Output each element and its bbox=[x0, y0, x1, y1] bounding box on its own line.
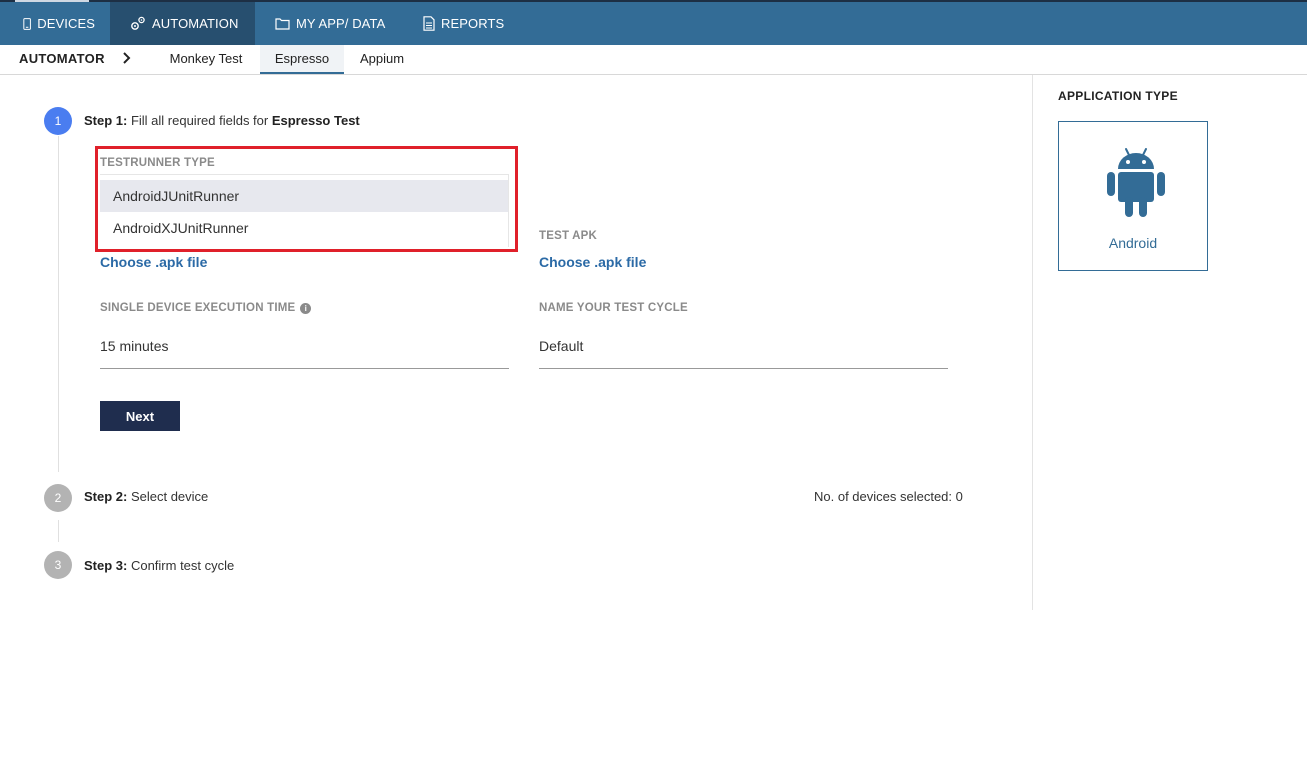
nav-reports-label: REPORTS bbox=[441, 16, 505, 31]
android-label: Android bbox=[1108, 235, 1158, 251]
nav-devices[interactable]: DEVICES bbox=[15, 2, 95, 45]
nav-reports[interactable]: REPORTS bbox=[423, 2, 523, 45]
chevron-right-icon bbox=[123, 52, 131, 64]
tab-espresso[interactable]: Espresso bbox=[260, 45, 344, 74]
step-1-description: Fill all required fields for bbox=[127, 113, 272, 128]
step-2-description: Select device bbox=[127, 489, 209, 504]
step-1-prefix: Step 1: bbox=[84, 113, 128, 128]
step-1-text: Step 1: Fill all required fields for Esp… bbox=[84, 113, 360, 128]
step-3-circle: 3 bbox=[44, 551, 72, 579]
test-cycle-input[interactable]: Default bbox=[539, 338, 583, 354]
nav-devices-label: DEVICES bbox=[37, 16, 95, 31]
right-panel-divider bbox=[1032, 75, 1033, 610]
dropdown-scrollbar bbox=[508, 175, 509, 247]
test-cycle-underline bbox=[539, 368, 948, 369]
step-connector-line bbox=[58, 136, 59, 472]
android-app-type-card[interactable]: Android bbox=[1058, 121, 1208, 271]
testrunner-option-androidjunitrunner[interactable]: AndroidJUnitRunner bbox=[100, 180, 508, 212]
folder-icon bbox=[275, 18, 290, 30]
nav-my-app-data[interactable]: MY APP/ DATA bbox=[275, 2, 405, 45]
execution-time-select[interactable]: 15 minutes bbox=[100, 338, 168, 354]
testrunner-type-label: TESTRUNNER TYPE bbox=[100, 157, 215, 169]
step-connector-line bbox=[58, 520, 59, 542]
step-1-circle: 1 bbox=[44, 107, 72, 135]
choose-app-apk-link[interactable]: Choose .apk file bbox=[100, 254, 207, 270]
devices-selected-count: No. of devices selected: 0 bbox=[814, 489, 963, 504]
nav-automation[interactable]: AUTOMATION bbox=[110, 2, 255, 45]
gears-icon bbox=[131, 16, 145, 30]
phone-icon bbox=[23, 17, 31, 30]
step-3-description: Confirm test cycle bbox=[127, 558, 235, 573]
tab-appium[interactable]: Appium bbox=[350, 45, 414, 74]
testrunner-option-androidxjunitrunner[interactable]: AndroidXJUnitRunner bbox=[100, 212, 508, 244]
android-icon bbox=[1107, 148, 1165, 217]
step-3-text[interactable]: Step 3: Confirm test cycle bbox=[84, 558, 234, 573]
step-1-test-name: Espresso Test bbox=[271, 113, 360, 128]
tab-monkey-test-label: Monkey Test bbox=[169, 51, 243, 66]
execution-time-underline bbox=[100, 368, 509, 369]
info-icon[interactable]: i bbox=[300, 303, 312, 314]
automator-title: AUTOMATOR bbox=[19, 51, 105, 66]
next-button[interactable]: Next bbox=[100, 401, 180, 431]
application-type-title: APPLICATION TYPE bbox=[1058, 89, 1178, 103]
top-navigation-bar: DEVICES AUTOMATION MY APP/ DATA REPORTS bbox=[0, 0, 1307, 45]
nav-automation-label: AUTOMATION bbox=[152, 16, 239, 31]
step-3-prefix: Step 3: bbox=[84, 558, 128, 573]
nav-my-app-data-label: MY APP/ DATA bbox=[296, 16, 386, 31]
test-cycle-label: NAME YOUR TEST CYCLE bbox=[539, 302, 688, 314]
tab-monkey-test[interactable]: Monkey Test bbox=[160, 45, 252, 74]
sub-navigation-bar: AUTOMATOR Monkey Test Espresso Appium bbox=[0, 45, 1307, 75]
execution-time-label-text: SINGLE DEVICE EXECUTION TIME bbox=[100, 302, 296, 314]
testrunner-type-dropdown: TESTRUNNER TYPE AndroidJUnitRunner Andro… bbox=[95, 146, 518, 252]
step-2-text[interactable]: Step 2: Select device bbox=[84, 489, 208, 504]
test-apk-label: TEST APK bbox=[539, 230, 598, 242]
step-2-circle: 2 bbox=[44, 484, 72, 512]
tab-espresso-label: Espresso bbox=[274, 51, 330, 66]
step-2-prefix: Step 2: bbox=[84, 489, 128, 504]
tab-appium-label: Appium bbox=[359, 51, 405, 66]
choose-test-apk-link[interactable]: Choose .apk file bbox=[539, 254, 646, 270]
execution-time-label: SINGLE DEVICE EXECUTION TIME i bbox=[100, 302, 312, 314]
document-icon bbox=[423, 16, 435, 31]
dropdown-separator bbox=[100, 174, 509, 175]
